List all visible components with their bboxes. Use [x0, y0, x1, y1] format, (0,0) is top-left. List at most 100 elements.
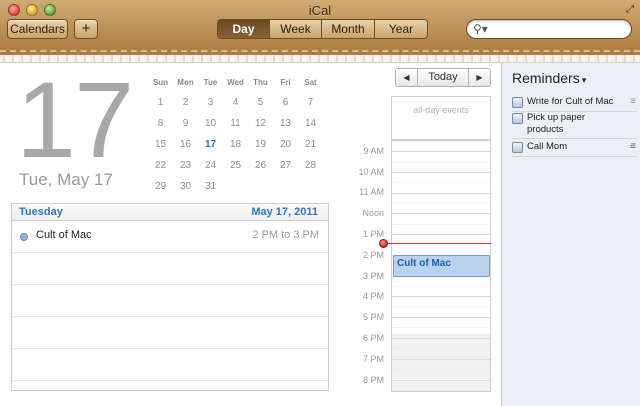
current-time-line	[384, 243, 491, 244]
mini-calendar-day[interactable]: 21	[298, 134, 323, 155]
reminder-checkbox[interactable]	[512, 113, 523, 124]
previous-day-button[interactable]: ◀	[396, 69, 417, 86]
reminder-checkbox[interactable]	[512, 142, 523, 153]
hour-label: 3 PM	[362, 271, 384, 281]
hour-line	[392, 296, 490, 297]
hour-label: 9 AM	[363, 146, 384, 156]
calendar-color-dot	[20, 233, 28, 241]
mini-calendar-day[interactable]: 12	[248, 113, 273, 134]
mini-calendar-day[interactable]: 23	[173, 155, 198, 176]
mini-calendar-today[interactable]: 17	[198, 134, 223, 155]
mini-calendar-day[interactable]: 19	[248, 134, 273, 155]
add-event-button[interactable]: +	[74, 19, 98, 39]
mini-calendar-day[interactable]: 18	[223, 134, 248, 155]
reminders-title-label: Reminders	[512, 70, 580, 86]
fullscreen-icon[interactable]: ⤢	[626, 4, 634, 15]
mini-calendar-week: 1 2 3 4 5 6 7	[148, 92, 324, 113]
timeline-event[interactable]: Cult of Mac	[393, 255, 490, 277]
reminders-panel: Reminders ▾ Write for Cult of Mac ≡ Pick …	[501, 63, 640, 406]
mini-calendar-day[interactable]: 11	[223, 113, 248, 134]
mini-calendar-day[interactable]: 28	[298, 155, 323, 176]
mini-calendar-day[interactable]: 27	[273, 155, 298, 176]
hour-label: 1 PM	[362, 229, 384, 239]
half-hour-line	[392, 244, 490, 245]
mini-calendar-day[interactable]: 29	[148, 176, 173, 197]
day-list-weekday: Tuesday	[19, 206, 63, 218]
reminder-item[interactable]: Call Mom ≡	[512, 141, 636, 155]
off-hours-shading	[392, 334, 490, 391]
hour-line	[392, 193, 490, 194]
reminder-divider	[512, 156, 637, 157]
priority-icon: ≡	[630, 141, 636, 152]
search-input[interactable]	[491, 21, 625, 37]
empty-event-row[interactable]	[12, 317, 328, 349]
mini-calendar-day[interactable]: 16	[173, 134, 198, 155]
next-day-button[interactable]: ▶	[469, 69, 490, 86]
weekday-label: Tue	[203, 78, 218, 87]
view-switcher: Day Week Month Year	[217, 19, 428, 39]
hour-line	[392, 234, 490, 235]
search-field[interactable]: ⚲▾	[466, 19, 632, 39]
mini-calendar-day[interactable]: 5	[248, 92, 273, 113]
chevron-down-icon: ▾	[581, 75, 587, 85]
mini-calendar-day[interactable]: 13	[273, 113, 298, 134]
mini-calendar-day[interactable]: 15	[148, 134, 173, 155]
weekday-label: Sun	[152, 78, 169, 87]
mini-calendar-weekdays: Sun Mon Tue Wed Thu Fri Sat	[148, 78, 324, 92]
mini-calendar-day[interactable]: 10	[198, 113, 223, 134]
priority-icon: ≡	[630, 96, 636, 107]
half-hour-line	[392, 369, 490, 370]
event-row[interactable]: Cult of Mac 2 PM to 3 PM	[12, 221, 328, 253]
mini-calendar-day[interactable]: 22	[148, 155, 173, 176]
mini-calendar-day[interactable]: 6	[273, 92, 298, 113]
reminder-item[interactable]: Write for Cult of Mac ≡	[512, 96, 636, 110]
empty-event-row[interactable]	[12, 349, 328, 381]
mini-calendar-day[interactable]: 9	[173, 113, 198, 134]
half-hour-line	[392, 141, 490, 142]
mini-calendar-day[interactable]: 7	[298, 92, 323, 113]
half-hour-line	[392, 327, 490, 328]
today-button[interactable]: Today	[417, 69, 469, 86]
hour-label: Noon	[362, 208, 384, 218]
hour-label: 5 PM	[362, 312, 384, 322]
mini-calendar-day[interactable]: 3	[198, 92, 223, 113]
reminder-checkbox[interactable]	[512, 97, 523, 108]
mini-calendar-day[interactable]: 31	[198, 176, 223, 197]
view-month-tab[interactable]: Month	[321, 20, 374, 38]
current-time-marker	[379, 239, 388, 248]
search-icon[interactable]: ⚲▾	[473, 22, 488, 36]
empty-event-row[interactable]	[12, 253, 328, 285]
mini-calendar-day[interactable]: 1	[148, 92, 173, 113]
event-time: 2 PM to 3 PM	[252, 229, 319, 241]
calendars-button[interactable]: Calendars	[7, 19, 68, 39]
all-day-events-area[interactable]: all-day events	[391, 96, 491, 140]
weekday-label: Mon	[177, 78, 194, 87]
mini-calendar-day[interactable]: 24	[198, 155, 223, 176]
mini-calendar-day[interactable]: 4	[223, 92, 248, 113]
view-week-tab[interactable]: Week	[269, 20, 321, 38]
mini-calendar-day[interactable]: 14	[298, 113, 323, 134]
weekday-label: Thu	[253, 78, 268, 87]
toolbar: iCal ⤢ Calendars + Day Week Month Year ⚲…	[0, 0, 640, 58]
view-year-tab[interactable]: Year	[374, 20, 427, 38]
reminder-item[interactable]: Pick up paper products	[512, 112, 636, 138]
mini-calendar-day[interactable]: 20	[273, 134, 298, 155]
hour-line	[392, 151, 490, 152]
mini-calendar-day[interactable]: 2	[173, 92, 198, 113]
hour-line	[392, 213, 490, 214]
mini-calendar-day[interactable]: 8	[148, 113, 173, 134]
event-title: Cult of Mac	[36, 229, 92, 241]
empty-event-row[interactable]	[12, 285, 328, 317]
hour-line	[392, 172, 490, 173]
mini-calendar-day[interactable]: 30	[173, 176, 198, 197]
day-navigation: ◀ Today ▶	[395, 68, 491, 87]
hour-line	[392, 338, 490, 339]
reminders-title[interactable]: Reminders ▾	[512, 70, 586, 86]
mini-calendar: Sun Mon Tue Wed Thu Fri Sat 1 2 3 4 5 6 …	[148, 78, 324, 197]
view-day-tab[interactable]: Day	[218, 20, 269, 38]
mini-calendar-day[interactable]: 25	[223, 155, 248, 176]
reminder-text: Call Mom	[527, 141, 568, 152]
half-hour-line	[392, 348, 490, 349]
day-timeline-grid[interactable]: Cult of Mac	[391, 140, 491, 392]
mini-calendar-day[interactable]: 26	[248, 155, 273, 176]
